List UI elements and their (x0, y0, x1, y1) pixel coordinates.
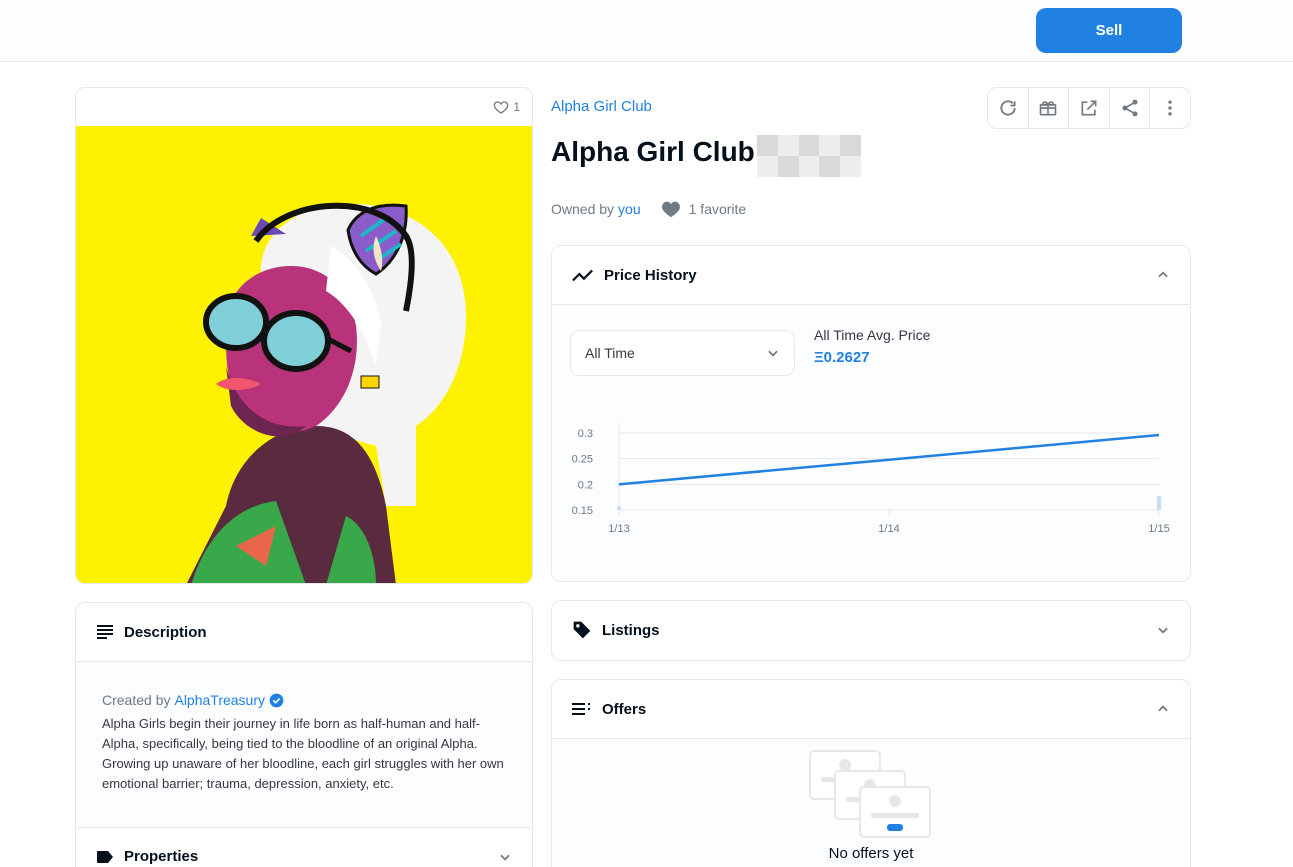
avg-price-label: All Time Avg. Price (814, 327, 931, 343)
created-by-row: Created by AlphaTreasury (102, 692, 506, 708)
share-button[interactable] (1110, 88, 1151, 128)
time-range-select[interactable]: All Time (570, 330, 795, 376)
chart-volume-bar (617, 506, 621, 510)
redacted-token-id (757, 135, 861, 177)
chart-y-tick-label: 0.3 (578, 428, 593, 440)
created-by-label: Created by (102, 692, 171, 708)
offers-title: Offers (602, 700, 647, 718)
chart-y-tick-label: 0.15 (572, 505, 593, 517)
artwork-illustration (76, 126, 532, 583)
price-tag-icon (572, 620, 592, 640)
chart-x-tick-label: 1/13 (608, 523, 629, 535)
gift-icon (1038, 98, 1058, 118)
chart-x-tick-label: 1/14 (878, 523, 899, 535)
item-image-card: 1 (75, 87, 533, 584)
chevron-down-icon[interactable] (498, 850, 512, 864)
chart-volume-bar (1157, 496, 1161, 510)
external-link-icon (1079, 98, 1099, 118)
description-text: Alpha Girls begin their journey in life … (102, 716, 504, 791)
price-history-title: Price History (604, 266, 697, 284)
nft-artwork[interactable] (76, 126, 532, 583)
chart-price-line (618, 433, 1160, 486)
item-title: Alpha Girl Club (551, 136, 755, 167)
price-history-body: All Time All Time Avg. Price Ξ0.2627 0.3… (552, 304, 1190, 581)
heart-icon[interactable] (493, 99, 509, 115)
description-header[interactable]: Description (76, 603, 532, 661)
favorites-info: 1 favorite (661, 200, 747, 218)
creator-link[interactable]: AlphaTreasury (174, 692, 265, 708)
listings-header[interactable]: Listings (552, 601, 1190, 659)
transfer-button[interactable] (1029, 88, 1070, 128)
no-offers-text: No offers yet (828, 845, 914, 862)
offers-body: No offers yet (552, 738, 1190, 867)
owner-row: Owned by you 1 favorite (551, 200, 746, 218)
description-panel: Description Created by AlphaTreasury Alp… (75, 602, 533, 867)
chevron-up-icon[interactable] (1156, 702, 1170, 716)
trending-icon (572, 267, 594, 283)
tag-icon (96, 850, 114, 864)
description-body: Created by AlphaTreasury Alpha Girls beg… (76, 661, 532, 827)
favorite-count: 1 (513, 100, 520, 114)
price-history-panel: Price History All Time All Time Avg. Pri… (551, 245, 1191, 582)
price-history-chart: 0.3 0.25 0.2 0.15 1/13 1/14 1/15 (572, 423, 1170, 535)
verified-badge-icon (269, 693, 284, 708)
top-bar: Sell (0, 0, 1293, 62)
owner-link[interactable]: you (618, 201, 641, 217)
refresh-button[interactable] (988, 88, 1029, 128)
more-button[interactable] (1150, 88, 1190, 128)
chart-y-tick-label: 0.25 (572, 454, 593, 466)
listings-title: Listings (602, 621, 660, 639)
chevron-down-icon[interactable] (1156, 623, 1170, 637)
properties-title: Properties (124, 848, 199, 865)
time-range-value: All Time (585, 345, 635, 361)
properties-header[interactable]: Properties (76, 827, 532, 867)
more-icon (1160, 98, 1180, 118)
price-history-header[interactable]: Price History (552, 246, 1190, 304)
collection-link[interactable]: Alpha Girl Club (551, 98, 652, 115)
list-icon (572, 702, 592, 716)
offers-header[interactable]: Offers (552, 680, 1190, 738)
offers-panel: Offers No offers yet (551, 679, 1191, 867)
avg-price-value: Ξ0.2627 (814, 349, 870, 366)
favorites-count: 1 favorite (688, 201, 747, 217)
description-icon (96, 624, 114, 640)
owned-by-label: Owned by (551, 201, 615, 217)
open-external-button[interactable] (1069, 88, 1110, 128)
chevron-down-icon (766, 346, 780, 360)
item-actions (987, 87, 1191, 129)
share-icon (1120, 98, 1140, 118)
chart-y-tick-label: 0.2 (578, 479, 593, 491)
chevron-up-icon[interactable] (1156, 268, 1170, 282)
sell-button[interactable]: Sell (1036, 8, 1182, 53)
empty-offers-illustration (809, 750, 931, 838)
listings-panel: Listings (551, 600, 1191, 661)
favorite-row: 1 (76, 88, 532, 126)
heart-filled-icon (661, 200, 681, 218)
chart-x-tick-label: 1/15 (1148, 523, 1169, 535)
description-title: Description (124, 623, 207, 641)
refresh-icon (998, 98, 1018, 118)
